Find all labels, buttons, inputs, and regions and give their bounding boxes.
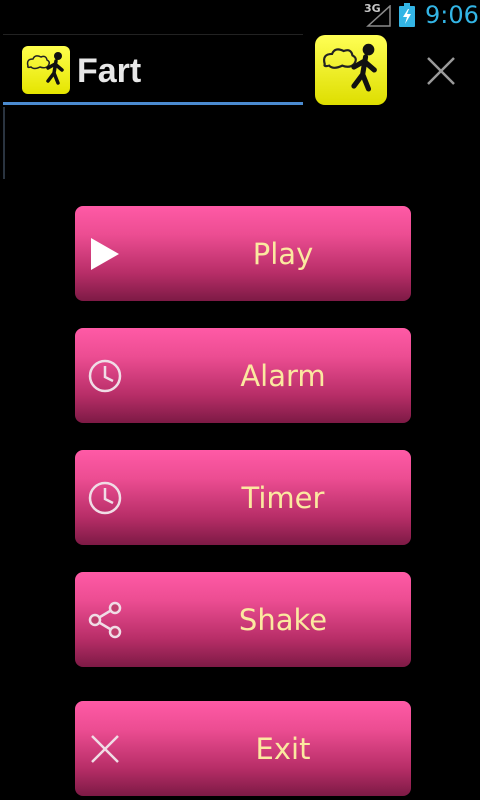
status-bar: 3G 9:06: [0, 0, 480, 33]
title-underline: [3, 102, 303, 105]
battery-charging-icon: [399, 3, 415, 27]
shake-button[interactable]: Shake: [75, 572, 411, 667]
button-label: Timer: [241, 480, 325, 515]
close-icon[interactable]: [420, 50, 462, 92]
signal-icon: [366, 5, 391, 27]
share-icon: [88, 601, 122, 639]
button-label: Exit: [255, 731, 311, 766]
play-icon: [91, 238, 119, 270]
close-icon: [91, 735, 119, 763]
button-label: Alarm: [240, 358, 326, 393]
app-title: Fart: [77, 52, 142, 90]
divider: [3, 107, 5, 179]
timer-button[interactable]: Timer: [75, 450, 411, 545]
play-button[interactable]: Play: [75, 206, 411, 301]
button-label: Shake: [238, 602, 328, 637]
exit-button[interactable]: Exit: [75, 701, 411, 796]
clock: 9:06: [425, 1, 479, 29]
clock-icon: [88, 359, 122, 393]
button-label: Play: [252, 236, 314, 271]
alarm-button[interactable]: Alarm: [75, 328, 411, 423]
clock-icon: [88, 481, 122, 515]
fart-man-icon[interactable]: [315, 35, 387, 105]
fart-man-icon: [22, 46, 70, 94]
